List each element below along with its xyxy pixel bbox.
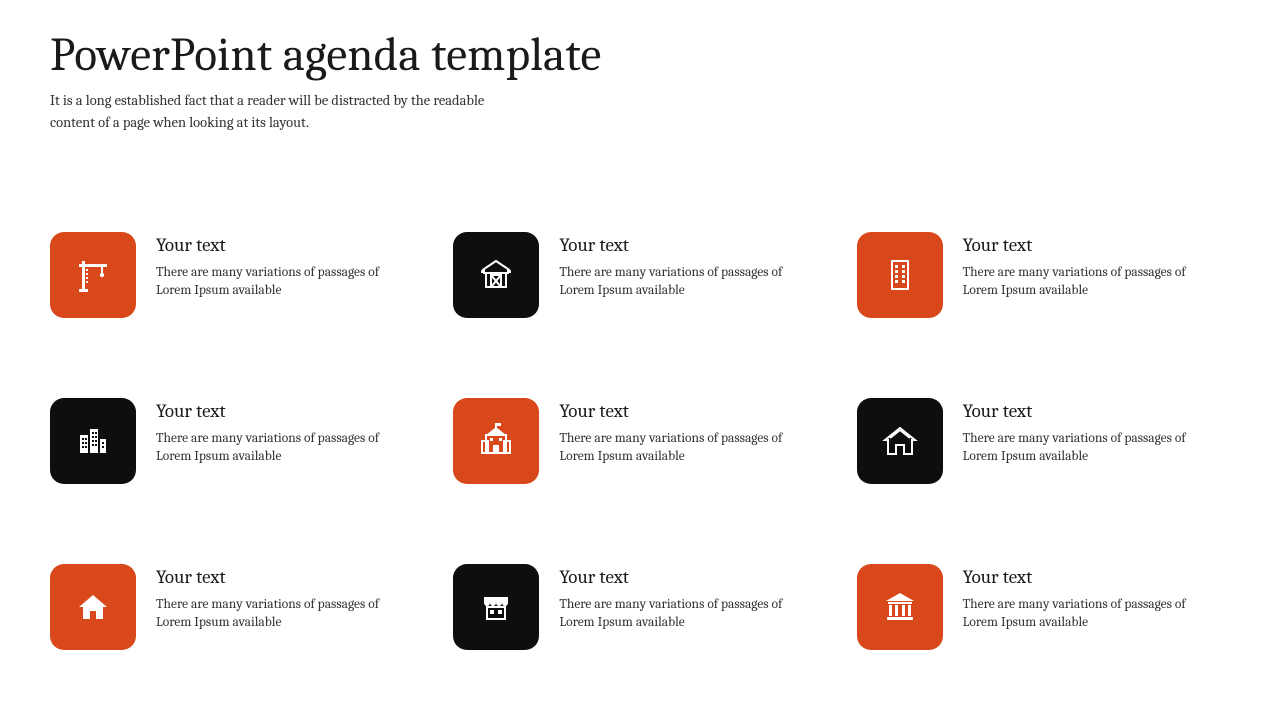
agenda-item-desc: There are many variations of passages of… (963, 596, 1193, 632)
agenda-item: Your text There are many variations of p… (857, 230, 1230, 318)
agenda-item-texts: Your text There are many variations of p… (156, 396, 386, 466)
bank-icon (857, 564, 943, 650)
office-building-icon (857, 232, 943, 318)
agenda-item-title: Your text (559, 234, 789, 256)
agenda-item-texts: Your text There are many variations of p… (559, 562, 789, 632)
agenda-item-desc: There are many variations of passages of… (559, 264, 789, 300)
agenda-item-desc: There are many variations of passages of… (559, 596, 789, 632)
agenda-item: Your text There are many variations of p… (857, 396, 1230, 484)
home-icon (50, 564, 136, 650)
agenda-item-desc: There are many variations of passages of… (963, 430, 1193, 466)
agenda-item: Your text There are many variations of p… (453, 230, 826, 318)
agenda-item-title: Your text (963, 566, 1193, 588)
agenda-item: Your text There are many variations of p… (453, 396, 826, 484)
agenda-item-title: Your text (156, 400, 386, 422)
agenda-item-title: Your text (963, 234, 1193, 256)
barn-icon (453, 232, 539, 318)
city-buildings-icon (50, 398, 136, 484)
agenda-item: Your text There are many variations of p… (857, 562, 1230, 650)
agenda-item-texts: Your text There are many variations of p… (963, 562, 1193, 632)
agenda-item-title: Your text (559, 400, 789, 422)
school-building-icon (453, 398, 539, 484)
agenda-item-title: Your text (156, 234, 386, 256)
crane-icon (50, 232, 136, 318)
store-icon (453, 564, 539, 650)
house-icon (857, 398, 943, 484)
agenda-item-texts: Your text There are many variations of p… (559, 396, 789, 466)
slide-subtitle: It is a long established fact that a rea… (50, 90, 520, 134)
agenda-item: Your text There are many variations of p… (50, 230, 423, 318)
agenda-item-desc: There are many variations of passages of… (156, 596, 386, 632)
agenda-item: Your text There are many variations of p… (453, 562, 826, 650)
agenda-item-texts: Your text There are many variations of p… (963, 396, 1193, 466)
agenda-item: Your text There are many variations of p… (50, 562, 423, 650)
agenda-item-desc: There are many variations of passages of… (559, 430, 789, 466)
agenda-item-title: Your text (559, 566, 789, 588)
slide: PowerPoint agenda template It is a long … (0, 0, 1280, 720)
agenda-item-desc: There are many variations of passages of… (156, 430, 386, 466)
agenda-item-title: Your text (156, 566, 386, 588)
agenda-item-desc: There are many variations of passages of… (156, 264, 386, 300)
agenda-item-texts: Your text There are many variations of p… (156, 230, 386, 300)
agenda-item-texts: Your text There are many variations of p… (963, 230, 1193, 300)
agenda-grid: Your text There are many variations of p… (50, 230, 1230, 650)
agenda-item: Your text There are many variations of p… (50, 396, 423, 484)
agenda-item-texts: Your text There are many variations of p… (156, 562, 386, 632)
agenda-item-title: Your text (963, 400, 1193, 422)
agenda-item-texts: Your text There are many variations of p… (559, 230, 789, 300)
agenda-item-desc: There are many variations of passages of… (963, 264, 1193, 300)
slide-title: PowerPoint agenda template (50, 28, 1230, 82)
